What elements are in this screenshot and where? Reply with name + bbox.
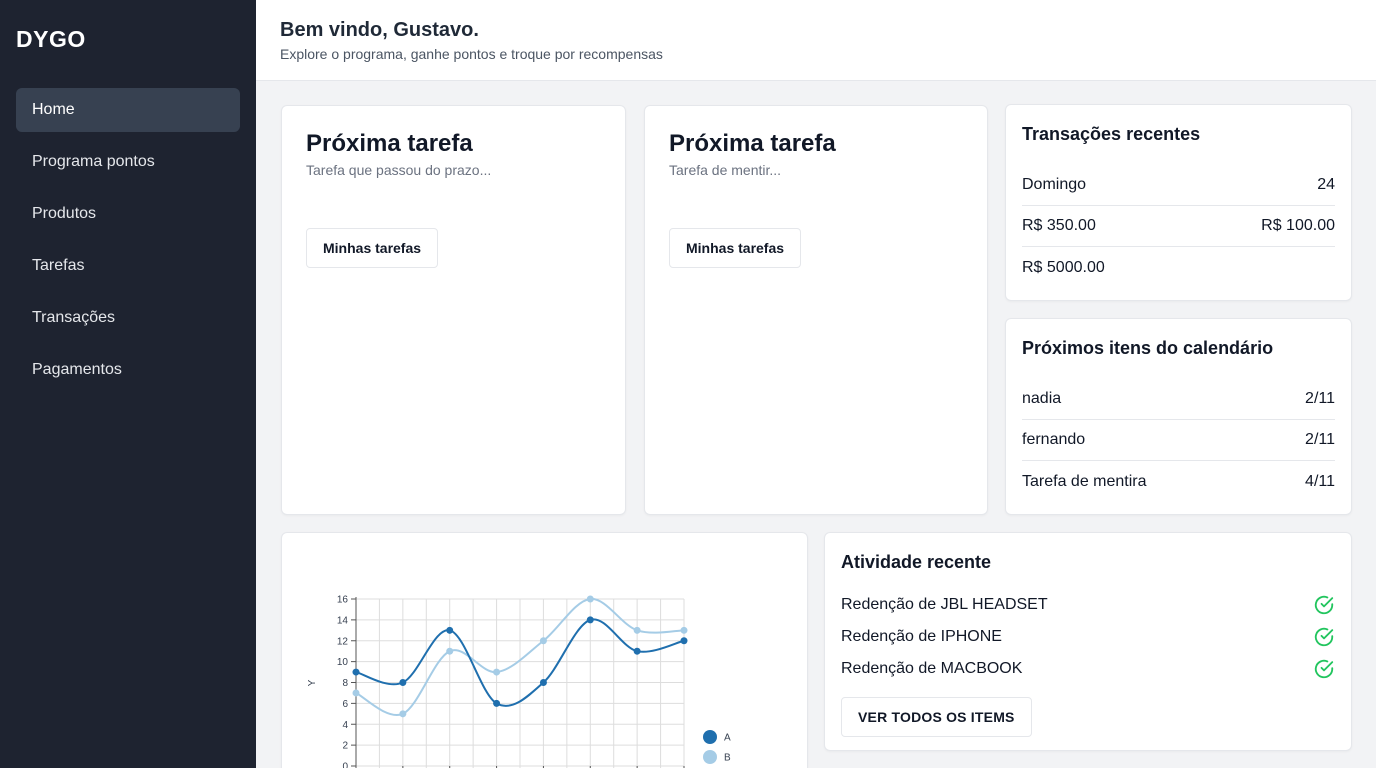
series-b-point: [493, 668, 501, 676]
y-tick-label: 12: [337, 636, 349, 647]
legend-b-label: B: [724, 753, 731, 764]
series-b-point: [539, 637, 547, 645]
row-left: nadia: [1022, 390, 1062, 407]
brand-logo[interactable]: DYGO: [16, 26, 86, 53]
activity-label: Redenção de IPHONE: [841, 628, 1002, 645]
calendar-items-card: Próximos itens do calendário nadia 2/11 …: [1005, 318, 1352, 515]
row-left: R$ 5000.00: [1022, 258, 1105, 276]
series-b-point: [680, 626, 688, 634]
recent-transactions-card: Transações recentes Domingo 24 R$ 350.00…: [1005, 104, 1352, 301]
calendar-list: nadia 2/11 fernando 2/11 Tarefa de menti…: [1022, 379, 1335, 502]
line-chart: 0 2 4 6 8 10 12 14 16 Y AB: [307, 595, 731, 768]
series-a-point: [680, 637, 688, 645]
row-right: 2/11: [1305, 390, 1335, 407]
my-tasks-button[interactable]: Minhas tarefas: [669, 228, 802, 268]
calendar-row: nadia 2/11: [1022, 379, 1335, 420]
y-tick-label: 2: [342, 741, 348, 752]
transactions-list: Domingo 24 R$ 350.00 R$ 100.00 R$ 5000.0…: [1022, 165, 1335, 288]
task-card: Próxima tarefa Tarefa que passou do praz…: [281, 105, 626, 515]
sidebar-item-home[interactable]: Home: [16, 88, 240, 132]
legend-a-swatch: [703, 730, 717, 744]
transaction-row: R$ 5000.00: [1022, 247, 1335, 288]
legend-b-swatch: [703, 750, 717, 764]
sidebar-nav: Home Programa pontos Produtos Tarefas Tr…: [16, 88, 240, 400]
series-a-point: [539, 679, 547, 686]
y-axis-label: Y: [307, 679, 318, 686]
transaction-row: R$ 350.00 R$ 100.00: [1022, 206, 1335, 247]
card-title: Transações recentes: [1022, 124, 1201, 144]
series-a-point: [586, 616, 594, 624]
sidebar-item-pagamentos[interactable]: Pagamentos: [16, 348, 240, 392]
y-tick-label: 6: [342, 699, 348, 710]
task-description: Tarefa de mentir...: [669, 162, 782, 178]
y-tick-label: 8: [342, 678, 348, 689]
series-b-point: [446, 647, 454, 655]
series-b-point: [399, 710, 407, 718]
task-title: Próxima tarefa: [306, 130, 473, 157]
y-tick-label: 0: [342, 762, 348, 768]
series-b-point: [633, 626, 641, 634]
y-tick-label: 16: [337, 595, 349, 606]
row-right: 24: [1317, 176, 1335, 193]
activity-item: Redenção de IPHONE: [841, 621, 1335, 653]
series-b-point: [352, 689, 360, 697]
sidebar-item-transacoes[interactable]: Transações: [16, 296, 240, 340]
activity-label: Redenção de JBL HEADSET: [841, 596, 1048, 613]
chart-card: 0 2 4 6 8 10 12 14 16 Y A B: [281, 532, 808, 768]
sidebar: DYGO Home Programa pontos Produtos Taref…: [0, 0, 256, 768]
sidebar-item-programa-pontos[interactable]: Programa pontos: [16, 140, 240, 184]
row-left: R$ 350.00: [1022, 217, 1096, 234]
y-tick-label: 14: [337, 615, 349, 626]
page-header: Bem vindo, Gustavo. Explore o programa, …: [256, 0, 1376, 81]
check-circle-icon: [1314, 659, 1334, 679]
series-b-point: [586, 595, 594, 603]
activity-item: Redenção de JBL HEADSET: [841, 589, 1335, 621]
y-tick-label: 4: [342, 720, 348, 731]
row-right: 4/11: [1305, 472, 1335, 490]
check-circle-icon: [1314, 595, 1334, 615]
my-tasks-button[interactable]: Minhas tarefas: [306, 228, 439, 268]
row-left: Tarefa de mentira: [1022, 472, 1147, 490]
legend-a-label: A: [724, 733, 731, 744]
recent-activity-card: Atividade recente Redenção de JBL HEADSE…: [824, 532, 1352, 751]
y-tick-label: 10: [337, 657, 349, 668]
activity-list: Redenção de JBL HEADSET Redenção de IPHO…: [841, 589, 1335, 685]
task-title: Próxima tarefa: [669, 130, 836, 157]
calendar-row: fernando 2/11: [1022, 420, 1335, 461]
task-card: Próxima tarefa Tarefa de mentir... Minha…: [644, 105, 988, 515]
sidebar-item-tarefas[interactable]: Tarefas: [16, 244, 240, 288]
series-a-point: [493, 699, 501, 707]
transaction-row: Domingo 24: [1022, 165, 1335, 206]
series-a-point: [352, 668, 360, 676]
view-all-items-button[interactable]: VER TODOS OS ITEMS: [841, 697, 1032, 737]
calendar-row: Tarefa de mentira 4/11: [1022, 461, 1335, 502]
check-circle-icon: [1314, 627, 1334, 647]
page-title: Bem vindo, Gustavo.: [280, 19, 479, 41]
series-a-point: [399, 679, 407, 686]
row-left: Domingo: [1022, 176, 1087, 193]
series-a-point: [446, 626, 454, 634]
page-subtitle: Explore o programa, ganhe pontos e troqu…: [280, 46, 663, 62]
card-title: Próximos itens do calendário: [1022, 338, 1274, 358]
row-left: fernando: [1022, 431, 1086, 448]
activity-item: Redenção de MACBOOK: [841, 653, 1335, 685]
row-right: 2/11: [1305, 431, 1335, 448]
card-title: Atividade recente: [841, 552, 992, 572]
row-right: R$ 100.00: [1261, 217, 1335, 234]
activity-label: Redenção de MACBOOK: [841, 660, 1023, 677]
series-a-point: [633, 647, 641, 655]
task-description: Tarefa que passou do prazo...: [306, 162, 492, 178]
sidebar-item-produtos[interactable]: Produtos: [16, 192, 240, 236]
